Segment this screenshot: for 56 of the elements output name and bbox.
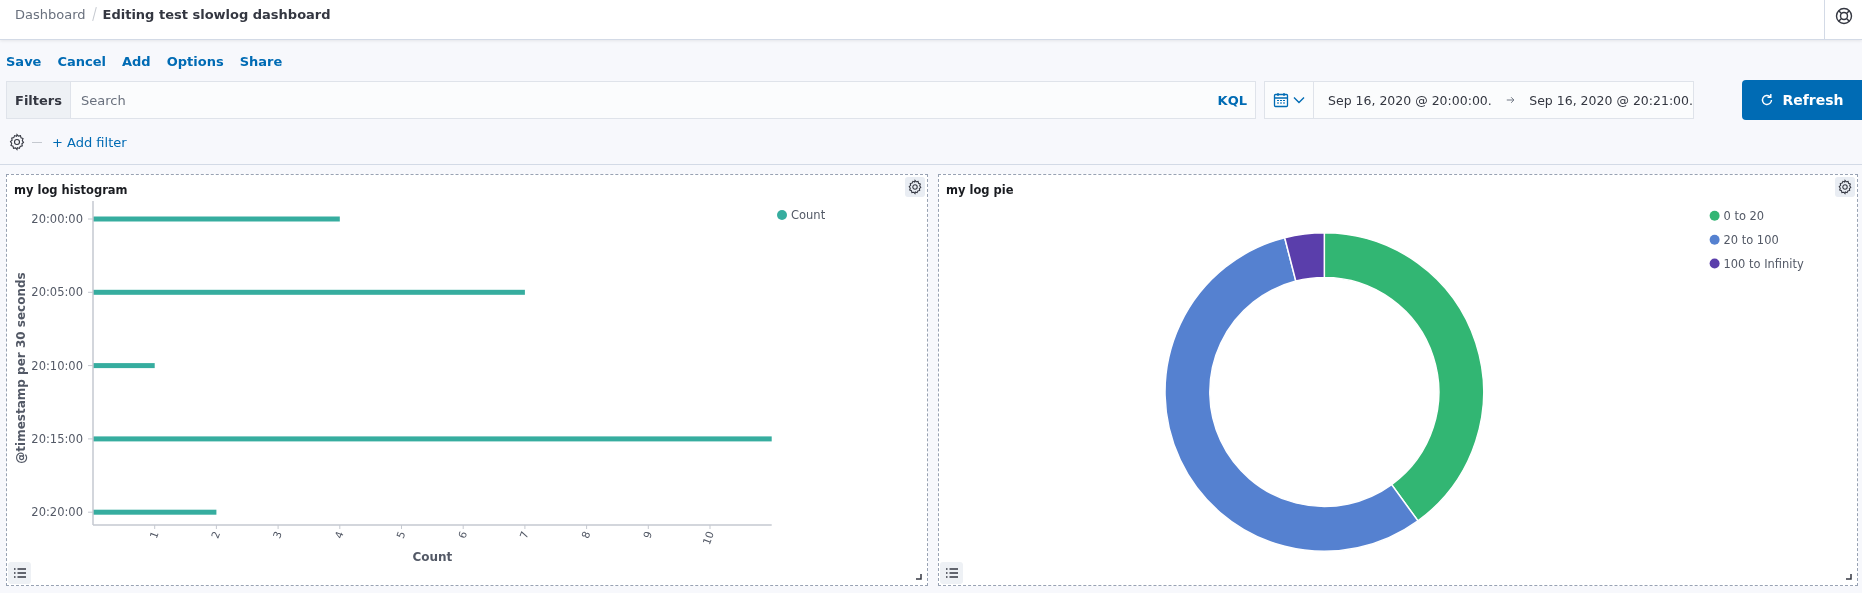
calendar-icon <box>1273 92 1289 108</box>
axis-tick-label: 2 <box>208 529 223 540</box>
legend-label[interactable]: 20 to 100 <box>1723 232 1779 247</box>
legend-label[interactable]: 100 to Infinity <box>1723 256 1804 271</box>
menu-link[interactable]: Options <box>166 53 224 69</box>
legend-toggle-button[interactable] <box>940 562 963 584</box>
axis-tick-label: 20:10:00 <box>31 358 83 373</box>
axis-tick-label: 20:20:00 <box>31 505 83 520</box>
breadcrumb-link[interactable]: Dashboard <box>15 6 86 22</box>
legend-label[interactable]: 0 to 20 <box>1723 208 1765 223</box>
axis-tick-label: 3 <box>270 529 284 540</box>
filters-label: Filters <box>6 81 71 119</box>
panel-title: my log histogram <box>13 182 128 199</box>
legend-toggle-button[interactable] <box>8 562 31 584</box>
list-icon <box>12 567 27 579</box>
end-date[interactable]: Sep 16, 2020 @ 20:21:00. <box>1529 92 1693 108</box>
settings-icon[interactable] <box>8 133 26 151</box>
axis-title: Count <box>412 550 453 564</box>
breadcrumb-current: Editing test slowlog dashboard <box>102 6 331 22</box>
resize-handle-icon[interactable] <box>916 574 922 580</box>
axis-tick-label: 8 <box>578 529 593 540</box>
axis-tick-label: 5 <box>393 529 408 540</box>
donut-slice[interactable] <box>1323 231 1485 522</box>
panel-options-button[interactable] <box>1835 177 1855 197</box>
arrow-right-icon <box>1505 95 1516 105</box>
start-date[interactable]: Sep 16, 2020 @ 20:00:00. <box>1328 92 1492 108</box>
donut-slice[interactable] <box>1164 236 1419 553</box>
donut-slice[interactable] <box>1283 231 1326 282</box>
settings-icon <box>1837 179 1853 195</box>
refresh-icon <box>1760 93 1775 107</box>
language-button[interactable]: KQL <box>1209 81 1256 119</box>
axis-tick-label: 9 <box>640 529 655 540</box>
refresh-button[interactable]: Refresh <box>1742 80 1862 120</box>
axis-tick-label: 10 <box>700 529 716 547</box>
menu-link[interactable]: Cancel <box>57 53 106 69</box>
menu-link[interactable]: Share <box>239 53 283 69</box>
legend-label[interactable]: Count <box>791 208 826 222</box>
axis-tick-label: 20:15:00 <box>31 431 83 446</box>
help-icon[interactable] <box>1834 7 1853 25</box>
chevron-down-icon <box>1293 96 1305 104</box>
resize-handle-icon[interactable] <box>1846 574 1852 580</box>
list-icon <box>944 567 959 579</box>
axis-tick-label: 20:05:00 <box>31 285 83 300</box>
axis-tick-label: 20:00:00 <box>31 212 83 226</box>
axis-tick-label: 1 <box>147 529 161 540</box>
add-filter-link[interactable]: + Add filter <box>52 134 127 150</box>
panel-options-button[interactable] <box>905 177 925 197</box>
settings-icon <box>907 179 923 195</box>
menu-link[interactable]: Save <box>6 53 42 69</box>
axis-title: @timestamp per 30 seconds <box>14 272 28 464</box>
axis-tick-label: 4 <box>332 529 346 540</box>
menu-link[interactable]: Add <box>122 53 151 69</box>
axis-tick-label: 7 <box>517 529 531 540</box>
panel-title: my log pie <box>945 182 1014 199</box>
axis-tick-label: 6 <box>455 529 470 540</box>
search-field[interactable]: Search <box>71 81 1210 119</box>
